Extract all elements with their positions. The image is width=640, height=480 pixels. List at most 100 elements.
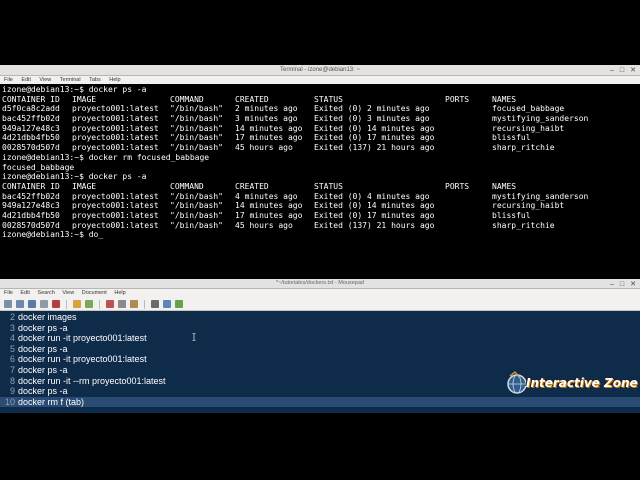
open-file-icon[interactable] [16, 300, 24, 308]
line-number: 3 [9, 322, 15, 333]
redo-icon[interactable] [85, 300, 93, 308]
terminal-line: 4d21dbb4fb50 proyecto001:latest "/bin/bash… [2, 133, 638, 143]
menu-terminal[interactable]: Terminal [60, 77, 81, 83]
terminal-prompt: izone@debian13:~$ docker rm focused_babb… [2, 152, 210, 162]
line-number: 6 [9, 354, 15, 365]
terminal-line: CONTAINER ID IMAGE COMMAND CREATED STATUS POR… [2, 95, 638, 105]
menu-view[interactable]: View [39, 77, 51, 83]
line-number: 7 [9, 364, 15, 375]
replace-icon[interactable] [163, 300, 171, 308]
line-number: 5 [9, 343, 15, 354]
terminal-cell: IMAGE [72, 94, 97, 104]
cut-icon[interactable] [106, 300, 114, 308]
terminal-cell: 17 minutes ago [235, 133, 303, 143]
terminal-cell: "/bin/bash" [170, 143, 223, 153]
line-text: docker run -it proyecto001:latest [18, 354, 147, 365]
terminal-cell: 4d21dbb4fb50 [2, 210, 60, 220]
terminal-cell: 14 minutes ago [235, 201, 303, 211]
terminal-cell: recursing_haibt [492, 201, 565, 211]
terminal-line: d5f0ca8c2add proyecto001:latest "/bin/bash… [2, 104, 638, 114]
terminal-cell: PORTS [445, 94, 470, 104]
copy-icon[interactable] [118, 300, 126, 308]
maximize-icon[interactable]: □ [620, 67, 624, 74]
minimize-icon[interactable]: – [610, 281, 614, 288]
terminal-cell: proyecto001:latest [72, 210, 159, 220]
terminal-prompt: izone@debian13:~$ do_ [2, 230, 104, 240]
minimize-icon[interactable]: – [610, 67, 614, 74]
menu-help[interactable]: Help [114, 290, 125, 296]
logo-text: Interactive Zone [526, 376, 638, 390]
mousepad-title: *~/tutoriales/dockers.txt - Mousepad [276, 280, 364, 286]
terminal-menubar: File Edit View Terminal Tabs Help [0, 76, 640, 84]
terminal-cell: Exited (0) 17 minutes ago [314, 210, 435, 220]
goto-line-icon[interactable] [175, 300, 183, 308]
terminal-cell: bac452ffb02d [2, 191, 60, 201]
paste-icon[interactable] [130, 300, 138, 308]
undo-icon[interactable] [73, 300, 81, 308]
menu-file[interactable]: File [4, 77, 13, 83]
line-text: docker ps -a [18, 364, 68, 375]
mousepad-toolbar [0, 298, 640, 311]
terminal-line: 949a127e48c3 proyecto001:latest "/bin/bash… [2, 124, 638, 134]
line-number: 2 [9, 312, 15, 322]
editor-line[interactable]: 5 docker ps -a [0, 344, 640, 355]
editor-line[interactable]: 3 docker ps -a [0, 323, 640, 334]
terminal-cell: 45 hours ago [235, 220, 293, 230]
maximize-icon[interactable]: □ [620, 281, 624, 288]
terminal-line: bac452ffb02d proyecto001:latest "/bin/bash… [2, 192, 638, 202]
terminal-titlebar[interactable]: Terminal - izone@debian13: ~ – □ ✕ [0, 65, 640, 76]
terminal-cell: Exited (0) 4 minutes ago [314, 191, 430, 201]
terminal-cell: proyecto001:latest [72, 114, 159, 124]
close-icon[interactable]: ✕ [630, 280, 636, 288]
terminal-cell: IMAGE [72, 181, 97, 191]
line-number: 4 [9, 333, 15, 344]
menu-view[interactable]: View [62, 290, 74, 296]
terminal-cell: CREATED [235, 94, 269, 104]
menu-help[interactable]: Help [109, 77, 120, 83]
terminal-cell: "/bin/bash" [170, 191, 223, 201]
mousepad-titlebar[interactable]: *~/tutoriales/dockers.txt - Mousepad – □… [0, 279, 640, 289]
editor-line[interactable]: 6 docker run -it proyecto001:latest [0, 354, 640, 365]
terminal-cell: COMMAND [170, 94, 204, 104]
terminal-cell: d5f0ca8c2add [2, 104, 60, 114]
editor-line[interactable]: 4 docker run -it proyecto001:latest [0, 333, 640, 344]
save-as-icon[interactable] [40, 300, 48, 308]
terminal-window: Terminal - izone@debian13: ~ – □ ✕ File … [0, 65, 640, 278]
line-text: docker ps -a [18, 386, 68, 397]
terminal-cell: blissful [492, 210, 531, 220]
line-number: 9 [9, 386, 15, 397]
terminal-line: CONTAINER ID IMAGE COMMAND CREATED STATUS POR… [2, 182, 638, 192]
menu-file[interactable]: File [4, 290, 13, 296]
terminal-cell: focused_babbage [492, 104, 565, 114]
terminal-cell: mystifying_sanderson [492, 114, 589, 124]
menu-search[interactable]: Search [37, 290, 54, 296]
menu-document[interactable]: Document [82, 290, 107, 296]
terminal-cell: Exited (137) 21 hours ago [314, 220, 435, 230]
terminal-output[interactable]: izone@debian13:~$ docker ps -a CONTAINER … [2, 85, 638, 278]
terminal-cell: "/bin/bash" [170, 123, 223, 133]
save-icon[interactable] [28, 300, 36, 308]
editor-line[interactable]: 2 docker images [0, 312, 640, 323]
menu-tabs[interactable]: Tabs [89, 77, 101, 83]
mousepad-menubar: File Edit Search View Document Help [0, 289, 640, 298]
terminal-cell: 14 minutes ago [235, 123, 303, 133]
terminal-cell: 949a127e48c3 [2, 201, 60, 211]
terminal-cell: proyecto001:latest [72, 123, 159, 133]
menu-edit[interactable]: Edit [21, 77, 30, 83]
close-icon[interactable]: ✕ [630, 66, 636, 74]
menu-edit[interactable]: Edit [20, 290, 29, 296]
terminal-prompt: izone@debian13:~$ docker ps -a [2, 172, 147, 182]
terminal-cell: "/bin/bash" [170, 210, 223, 220]
find-icon[interactable] [151, 300, 159, 308]
interactive-zone-logo: Interactive Zone [506, 370, 638, 402]
terminal-line: 0028570d507d proyecto001:latest "/bin/bash… [2, 143, 638, 153]
close-document-icon[interactable] [52, 300, 60, 308]
terminal-cell: 17 minutes ago [235, 210, 303, 220]
terminal-cell: "/bin/bash" [170, 220, 223, 230]
line-number: 10 [4, 396, 15, 407]
terminal-cell: NAMES [492, 181, 517, 191]
new-file-icon[interactable] [4, 300, 12, 308]
terminal-cell: NAMES [492, 94, 517, 104]
terminal-cell: CREATED [235, 181, 269, 191]
terminal-cell: proyecto001:latest [72, 143, 159, 153]
